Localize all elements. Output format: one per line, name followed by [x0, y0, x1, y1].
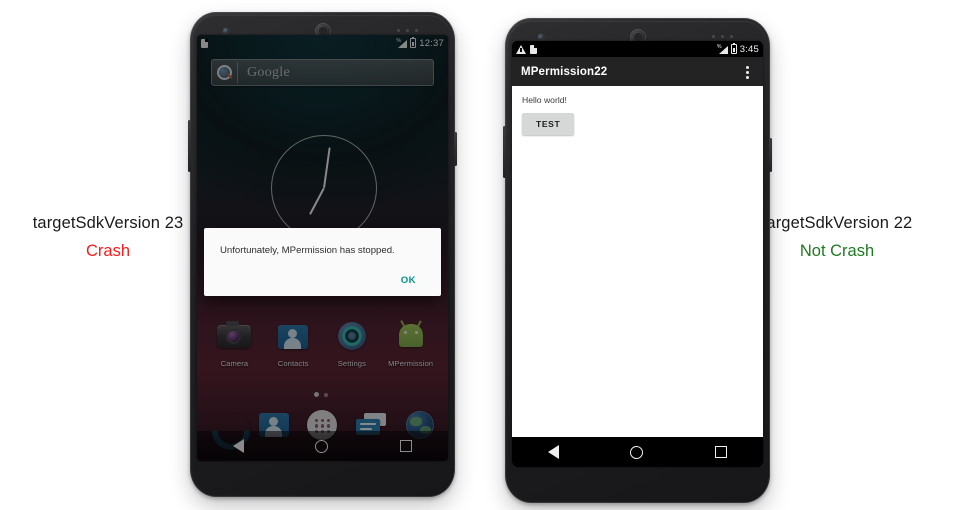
- power-button[interactable]: [769, 138, 772, 172]
- app-title: MPermission22: [521, 65, 608, 78]
- phone-left-body: Google Camera Contacts Settings MPermiss…: [188, 12, 457, 497]
- test-button[interactable]: TEST: [522, 113, 575, 135]
- status-bar-right: % 3:45: [512, 41, 763, 57]
- home-screen: Google Camera Contacts Settings MPermiss…: [197, 35, 448, 461]
- action-bar: MPermission22: [512, 57, 763, 86]
- crash-dialog-message: Unfortunately, MPermission has stopped.: [220, 245, 395, 256]
- crash-dialog-actions: OK: [220, 272, 425, 289]
- signal-icon: %: [717, 44, 728, 54]
- overflow-menu-icon[interactable]: [740, 63, 754, 81]
- app-screen: % 3:45 MPermission22 Hello world! TEST: [512, 41, 763, 467]
- power-button[interactable]: [454, 132, 457, 166]
- battery-icon: [730, 43, 737, 54]
- speaker-grill-icon: [397, 29, 427, 33]
- phone-left: Google Camera Contacts Settings MPermiss…: [188, 12, 457, 497]
- phone-right-screen: % 3:45 MPermission22 Hello world! TEST: [512, 41, 763, 467]
- proximity-sensor-icon: [538, 34, 544, 40]
- phone-right-body: % 3:45 MPermission22 Hello world! TEST: [503, 18, 772, 503]
- volume-button[interactable]: [188, 120, 191, 172]
- speaker-grill-icon: [712, 35, 742, 39]
- navigation-bar-right: [512, 437, 763, 467]
- status-bar-left-icons: [516, 44, 537, 54]
- home-icon[interactable]: [630, 445, 644, 459]
- hello-world-text: Hello world!: [522, 95, 567, 105]
- status-bar-right-icons: % 3:45: [717, 43, 759, 55]
- back-icon[interactable]: [547, 445, 559, 459]
- warning-icon: [516, 44, 526, 54]
- recents-icon[interactable]: [715, 446, 728, 458]
- status-bar-clock: 3:45: [739, 43, 759, 55]
- sd-card-icon: [530, 44, 537, 54]
- crash-dialog: Unfortunately, MPermission has stopped. …: [204, 228, 441, 296]
- volume-button[interactable]: [503, 126, 506, 178]
- phone-left-screen: Google Camera Contacts Settings MPermiss…: [197, 35, 448, 461]
- ok-button[interactable]: OK: [392, 272, 425, 289]
- proximity-sensor-icon: [223, 28, 229, 34]
- phone-right: % 3:45 MPermission22 Hello world! TEST: [503, 18, 772, 503]
- comparison-figure: targetSdkVersion 23 Crash targetSdkVersi…: [0, 0, 960, 510]
- app-content: Hello world! TEST: [512, 86, 763, 437]
